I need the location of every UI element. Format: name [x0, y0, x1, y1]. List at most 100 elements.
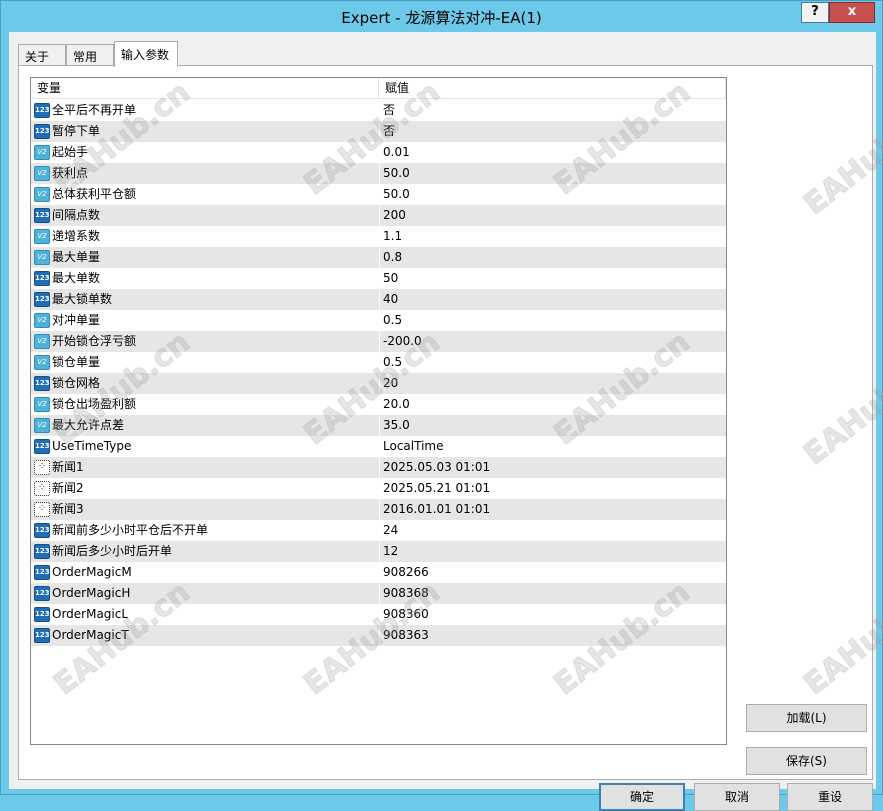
parameter-value[interactable]: 0.5	[383, 310, 723, 331]
table-row[interactable]: ⁘ 新闻2 2025.05.21 01:01	[31, 478, 726, 499]
double-type-icon: V2	[34, 166, 50, 181]
table-row[interactable]: 123 全平后不再开单 否	[31, 100, 726, 121]
parameter-value[interactable]: 908360	[383, 604, 723, 625]
column-divider	[379, 163, 380, 184]
table-row[interactable]: V2 锁仓出场盈利额 20.0	[31, 394, 726, 415]
parameter-name: OrderMagicM	[52, 565, 132, 579]
parameter-value[interactable]: 200	[383, 205, 723, 226]
parameter-value[interactable]: 50.0	[383, 163, 723, 184]
table-row[interactable]: V2 锁仓单量 0.5	[31, 352, 726, 373]
parameter-value[interactable]: 否	[383, 100, 723, 121]
integer-type-icon: 123	[34, 292, 50, 307]
table-row[interactable]: 123 新闻前多少小时平仓后不开单 24	[31, 520, 726, 541]
double-type-icon: V2	[34, 187, 50, 202]
column-divider	[379, 289, 380, 310]
column-divider	[379, 121, 380, 142]
parameter-value[interactable]: 否	[383, 121, 723, 142]
table-row[interactable]: V2 起始手 0.01	[31, 142, 726, 163]
column-divider	[379, 373, 380, 394]
table-row[interactable]: 123 暂停下单 否	[31, 121, 726, 142]
parameter-value[interactable]: 24	[383, 520, 723, 541]
double-type-icon: V2	[34, 229, 50, 244]
column-divider	[379, 205, 380, 226]
table-row[interactable]: ⁘ 新闻1 2025.05.03 01:01	[31, 457, 726, 478]
parameter-value[interactable]: 1.1	[383, 226, 723, 247]
tab-about[interactable]: 关于	[18, 44, 66, 66]
integer-type-icon: 123	[34, 103, 50, 118]
table-row[interactable]: 123 OrderMagicL 908360	[31, 604, 726, 625]
parameter-value[interactable]: 50	[383, 268, 723, 289]
parameter-value[interactable]: 50.0	[383, 184, 723, 205]
table-row[interactable]: V2 获利点 50.0	[31, 163, 726, 184]
help-button[interactable]: ?	[801, 2, 829, 23]
table-row[interactable]: V2 最大允许点差 35.0	[31, 415, 726, 436]
load-button[interactable]: 加载(L)	[746, 704, 867, 732]
parameter-value[interactable]: 2016.01.01 01:01	[383, 499, 723, 520]
column-divider	[379, 562, 380, 583]
parameter-value[interactable]: 908266	[383, 562, 723, 583]
parameter-value[interactable]: 35.0	[383, 415, 723, 436]
parameter-value[interactable]: 2025.05.21 01:01	[383, 478, 723, 499]
parameter-name: 新闻1	[52, 460, 84, 474]
datetime-type-icon: ⁘	[34, 481, 50, 496]
parameter-name: OrderMagicL	[52, 607, 129, 621]
parameter-name: 最大锁单数	[52, 292, 113, 306]
double-type-icon: V2	[34, 418, 50, 433]
tab-inputs[interactable]: 输入参数	[114, 41, 178, 67]
parameter-value[interactable]: 908363	[383, 625, 723, 646]
column-divider	[379, 310, 380, 331]
table-row[interactable]: ⁘ 新闻3 2016.01.01 01:01	[31, 499, 726, 520]
parameter-name: 间隔点数	[52, 208, 101, 222]
close-button[interactable]: x	[829, 2, 875, 23]
integer-type-icon: 123	[34, 607, 50, 622]
parameter-value[interactable]: 20	[383, 373, 723, 394]
parameter-value[interactable]: 0.5	[383, 352, 723, 373]
double-type-icon: V2	[34, 250, 50, 265]
double-type-icon: V2	[34, 313, 50, 328]
parameter-value[interactable]: LocalTime	[383, 436, 723, 457]
parameter-value[interactable]: -200.0	[383, 331, 723, 352]
reset-button[interactable]: 重设	[787, 783, 873, 811]
integer-type-icon: 123	[34, 208, 50, 223]
table-row[interactable]: V2 对冲单量 0.5	[31, 310, 726, 331]
parameter-value[interactable]: 40	[383, 289, 723, 310]
table-row[interactable]: V2 总体获利平仓额 50.0	[31, 184, 726, 205]
expert-dialog: Expert - 龙源算法对冲-EA(1) ? x 关于 常用 输入参数 变量 …	[0, 0, 883, 811]
parameter-value[interactable]: 20.0	[383, 394, 723, 415]
column-divider	[379, 583, 380, 604]
table-row[interactable]: 123 OrderMagicM 908266	[31, 562, 726, 583]
parameter-name: 开始锁仓浮亏额	[52, 334, 137, 348]
ok-button[interactable]: 确定	[599, 783, 685, 811]
parameter-name: 获利点	[52, 166, 89, 180]
table-row[interactable]: 123 最大单数 50	[31, 268, 726, 289]
column-header-value[interactable]: 赋值	[379, 78, 726, 99]
save-button[interactable]: 保存(S)	[746, 747, 867, 775]
parameter-value[interactable]: 12	[383, 541, 723, 562]
parameter-value[interactable]: 2025.05.03 01:01	[383, 457, 723, 478]
column-divider	[379, 394, 380, 415]
parameter-value[interactable]: 0.01	[383, 142, 723, 163]
table-row[interactable]: 123 UseTimeType LocalTime	[31, 436, 726, 457]
cancel-button[interactable]: 取消	[694, 783, 780, 811]
table-row[interactable]: 123 锁仓网格 20	[31, 373, 726, 394]
parameter-name: 最大单数	[52, 271, 101, 285]
table-row[interactable]: V2 递增系数 1.1	[31, 226, 726, 247]
datetime-type-icon: ⁘	[34, 460, 50, 475]
parameter-value[interactable]: 0.8	[383, 247, 723, 268]
parameter-name: 对冲单量	[52, 313, 101, 327]
inputs-panel: 变量 赋值 123 全平后不再开单否 123 暂停下单否 V2 起始手 0.01 V2 获利点 5…	[18, 65, 873, 811]
column-divider	[379, 436, 380, 457]
table-row[interactable]: V2 开始锁仓浮亏额 -200.0	[31, 331, 726, 352]
table-row[interactable]: V2 最大单量 0.8	[31, 247, 726, 268]
table-header: 变量 赋值	[31, 78, 726, 99]
table-row[interactable]: 123 间隔点数 200	[31, 205, 726, 226]
table-row[interactable]: 123 新闻后多少小时后开单 12	[31, 541, 726, 562]
table-row[interactable]: 123 OrderMagicT 908363	[31, 625, 726, 646]
double-type-icon: V2	[34, 355, 50, 370]
dialog-body: 关于 常用 输入参数 变量 赋值 123 全平后不再开单否 123 暂停下单否 V2 起始…	[9, 32, 876, 811]
table-row[interactable]: 123 OrderMagicH 908368	[31, 583, 726, 604]
table-row[interactable]: 123 最大锁单数 40	[31, 289, 726, 310]
column-header-variable[interactable]: 变量	[31, 78, 379, 99]
tab-common[interactable]: 常用	[66, 44, 114, 66]
parameter-value[interactable]: 908368	[383, 583, 723, 604]
